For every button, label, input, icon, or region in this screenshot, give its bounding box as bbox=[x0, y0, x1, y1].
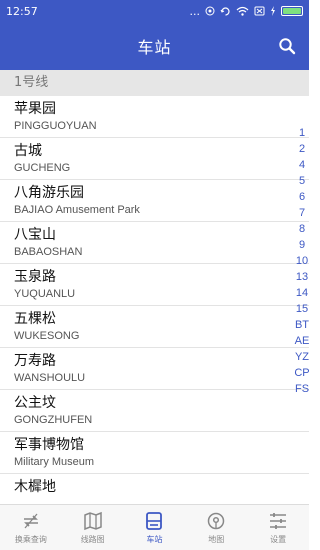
index-item[interactable]: 13 bbox=[296, 269, 308, 285]
index-item[interactable]: 7 bbox=[299, 205, 305, 221]
station-name-en: YUQUANLU bbox=[14, 288, 76, 300]
station-row[interactable]: 古城 GUCHENG bbox=[0, 138, 309, 180]
map-book-icon bbox=[83, 511, 102, 530]
station-name-en: Military Museum bbox=[14, 456, 95, 468]
tab-label: 车站 bbox=[146, 534, 163, 544]
app-bar: 车站 bbox=[0, 22, 309, 70]
search-icon bbox=[279, 38, 296, 55]
station-name-en: BABAOSHAN bbox=[14, 246, 83, 258]
sliders-icon bbox=[270, 512, 287, 529]
tab-stations[interactable]: 车站 bbox=[124, 505, 186, 550]
rotate-icon bbox=[220, 6, 230, 16]
tab-label: 设置 bbox=[270, 534, 287, 544]
station-row[interactable]: 军事博物馆 Military Museum bbox=[0, 432, 309, 474]
station-name-cn: 五棵松 bbox=[14, 311, 56, 327]
station-row[interactable]: 公主坟 GONGZHUFEN bbox=[0, 390, 309, 432]
station-name-en: BAJIAO Amusement Park bbox=[14, 204, 140, 216]
station-row[interactable]: 木樨地 bbox=[0, 474, 309, 504]
no-sim-icon bbox=[254, 6, 265, 16]
tab-line-map[interactable]: 线路图 bbox=[62, 505, 124, 550]
station-name-cn: 木樨地 bbox=[14, 479, 56, 495]
station-row[interactable]: 玉泉路 YUQUANLU bbox=[0, 264, 309, 306]
line-section-header: 1号线 bbox=[0, 70, 309, 96]
train-icon bbox=[146, 511, 163, 530]
station-list[interactable]: 苹果园 PINGGUOYUAN 古城 GUCHENG 八角游乐园 BAJIAO Amu… bbox=[0, 96, 309, 504]
index-item[interactable]: 14 bbox=[296, 285, 308, 301]
status-dots: ... bbox=[189, 4, 201, 18]
station-name-en: WUKESONG bbox=[14, 330, 80, 342]
page-title: 车站 bbox=[137, 38, 172, 57]
bottom-tab-bar: 换乘查询 线路图 车站 地图 设置 bbox=[0, 504, 309, 550]
alphabet-index[interactable]: 1 2 4 5 6 7 8 9 10 13 14 15 BT AE YZ CP … bbox=[292, 125, 312, 397]
station-row[interactable]: 万寿路 WANSHOULU bbox=[0, 348, 309, 390]
index-item[interactable]: 4 bbox=[299, 157, 305, 173]
station-name-en: GONGZHUFEN bbox=[14, 414, 93, 426]
tab-map[interactable]: 地图 bbox=[185, 505, 247, 550]
station-name-cn: 公主坟 bbox=[14, 395, 56, 411]
tab-label: 地图 bbox=[208, 534, 225, 544]
index-item[interactable]: 5 bbox=[299, 173, 305, 189]
status-bar: 12:57 ... bbox=[0, 0, 309, 22]
charging-icon bbox=[271, 6, 275, 16]
tab-label: 换乘查询 bbox=[14, 534, 47, 544]
index-item[interactable]: 1 bbox=[299, 125, 305, 141]
station-row[interactable]: 八宝山 BABAOSHAN bbox=[0, 222, 309, 264]
station-name-cn: 军事博物馆 bbox=[14, 437, 84, 453]
station-name-en: GUCHENG bbox=[14, 162, 71, 174]
tab-settings[interactable]: 设置 bbox=[247, 505, 309, 550]
index-item[interactable]: 6 bbox=[299, 189, 305, 205]
station-row[interactable]: 五棵松 WUKESONG bbox=[0, 306, 309, 348]
status-icons: ... bbox=[189, 4, 303, 18]
index-item[interactable]: FS bbox=[295, 381, 309, 397]
battery-icon bbox=[281, 6, 303, 16]
index-item[interactable]: 9 bbox=[299, 237, 305, 253]
alarm-icon bbox=[205, 6, 215, 16]
index-item[interactable]: YZ bbox=[295, 349, 309, 365]
wifi-icon bbox=[236, 6, 249, 16]
location-pin-icon bbox=[208, 512, 225, 529]
index-item[interactable]: 8 bbox=[299, 221, 305, 237]
status-time: 12:57 bbox=[6, 4, 38, 18]
station-name-en: PINGGUOYUAN bbox=[14, 120, 97, 132]
station-name-cn: 玉泉路 bbox=[14, 269, 56, 285]
index-item[interactable]: AE bbox=[295, 333, 310, 349]
index-item[interactable]: BT bbox=[295, 317, 309, 333]
search-button[interactable] bbox=[275, 34, 299, 58]
station-row[interactable]: 八角游乐园 BAJIAO Amusement Park bbox=[0, 180, 309, 222]
index-item[interactable]: 10 bbox=[296, 253, 308, 269]
index-item[interactable]: 2 bbox=[299, 141, 305, 157]
station-row[interactable]: 苹果园 PINGGUOYUAN bbox=[0, 96, 309, 138]
station-name-cn: 苹果园 bbox=[14, 101, 56, 117]
tab-label: 线路图 bbox=[80, 534, 105, 544]
index-item[interactable]: 15 bbox=[296, 301, 308, 317]
transfer-icon bbox=[23, 513, 38, 528]
station-name-en: WANSHOULU bbox=[14, 372, 86, 384]
station-name-cn: 八角游乐园 bbox=[14, 185, 84, 201]
station-name-cn: 八宝山 bbox=[14, 227, 56, 243]
station-name-cn: 万寿路 bbox=[14, 353, 56, 369]
tab-transfer[interactable]: 换乘查询 bbox=[0, 505, 62, 550]
index-item[interactable]: CP bbox=[294, 365, 309, 381]
station-name-cn: 古城 bbox=[14, 143, 42, 159]
